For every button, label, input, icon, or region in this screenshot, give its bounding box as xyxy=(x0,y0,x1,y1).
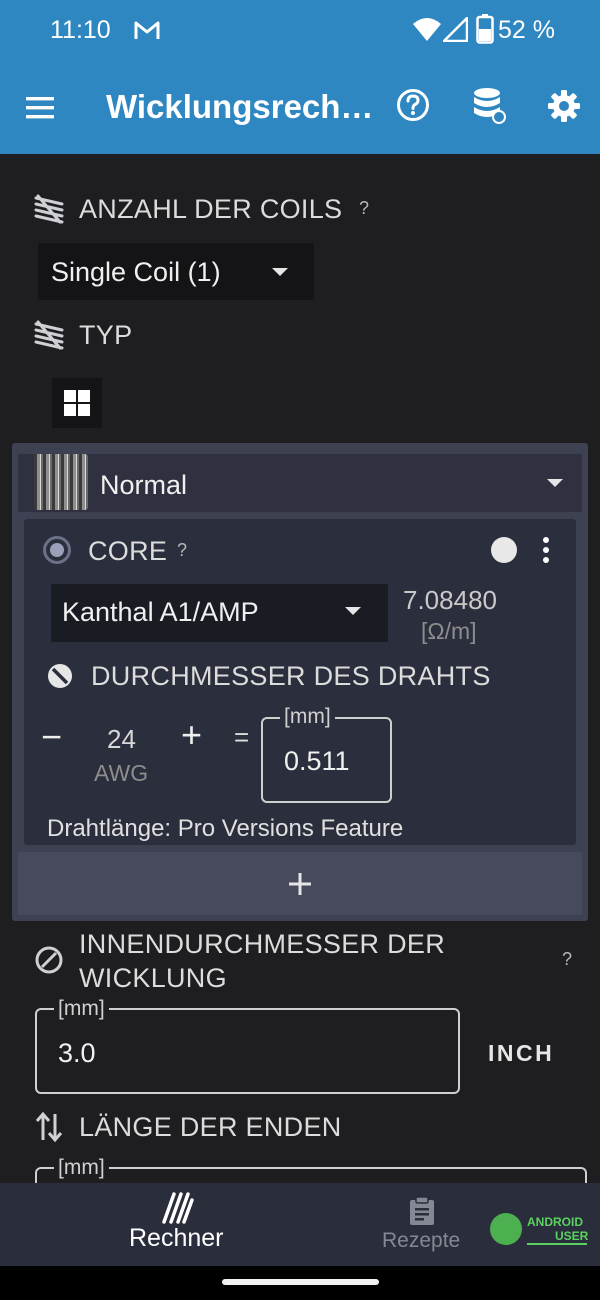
coil-icon xyxy=(34,320,64,350)
tab-rezepte[interactable]: Rezepte xyxy=(382,1229,460,1253)
chevron-down-icon xyxy=(345,607,361,615)
up-down-arrows-icon xyxy=(35,1111,63,1143)
awg-minus-button[interactable]: − xyxy=(41,716,62,758)
equals-sign: = xyxy=(234,722,250,752)
hamburger-menu-icon[interactable] xyxy=(22,91,58,125)
resistance-unit: [Ω/m] xyxy=(421,618,477,644)
inner-diameter-label-1: INNENDURCHMESSER DER xyxy=(79,929,446,959)
watermark-line1: ANDROID xyxy=(527,1215,583,1229)
watermark-line2: USER xyxy=(555,1229,589,1243)
awg-plus-button[interactable]: + xyxy=(181,714,202,756)
leg-length-field-label: [mm] xyxy=(54,1156,109,1180)
grid-icon xyxy=(64,390,90,416)
clipboard-icon[interactable] xyxy=(408,1196,436,1226)
resistance-value: 7.08480 xyxy=(403,585,497,615)
app-bar: Wicklungsrech… xyxy=(0,62,600,154)
wire-diameter-label: DURCHMESSER DES DRAHTS xyxy=(91,661,491,691)
gmail-icon xyxy=(134,21,160,39)
help-icon[interactable] xyxy=(395,87,431,123)
leg-length-label: LÄNGE DER ENDEN xyxy=(79,1112,342,1142)
app-title: Wicklungsrech… xyxy=(106,88,374,125)
coil-thumbnail xyxy=(34,454,88,510)
core-label: CORE xyxy=(88,536,168,566)
coil-icon xyxy=(34,194,64,224)
awg-value: 24 xyxy=(107,724,136,754)
settings-gear-icon[interactable] xyxy=(546,88,582,124)
wrap-type-value: Normal xyxy=(100,470,188,500)
core-help[interactable]: ? xyxy=(177,540,187,561)
coils-count-label: ANZAHL DER COILS xyxy=(79,194,343,224)
inner-diameter-help[interactable]: ? xyxy=(562,949,572,970)
database-icon[interactable] xyxy=(470,87,506,125)
inner-diameter-value: 3.0 xyxy=(58,1038,96,1068)
awg-unit: AWG xyxy=(94,760,149,786)
add-icon xyxy=(289,873,311,895)
chevron-down-icon xyxy=(547,479,563,487)
battery-icon xyxy=(476,14,494,44)
battery-percent: 52 % xyxy=(498,16,555,44)
home-gesture-bar[interactable] xyxy=(222,1279,379,1285)
watermark-underline xyxy=(527,1243,587,1245)
wire-mm-field-label: [mm] xyxy=(280,705,335,729)
coils-help[interactable]: ? xyxy=(359,198,369,219)
wire-mm-value: 0.511 xyxy=(284,746,350,776)
diameter-icon xyxy=(48,661,72,688)
more-options-icon[interactable] xyxy=(540,537,552,565)
material-value: Kanthal A1/AMP xyxy=(62,597,259,627)
color-dot[interactable] xyxy=(491,537,517,563)
chevron-down-icon xyxy=(272,268,288,276)
watermark-text: ANDROID USER xyxy=(527,1215,588,1243)
inner-diameter-icon xyxy=(35,946,63,974)
type-label: TYP xyxy=(79,320,133,350)
status-bar: 11:10 52 % xyxy=(0,0,600,62)
core-radio[interactable] xyxy=(43,536,71,564)
android-user-logo-icon xyxy=(490,1213,522,1245)
wifi-icon xyxy=(413,18,441,41)
signal-icon xyxy=(443,17,468,42)
inner-diameter-field-label: [mm] xyxy=(54,997,109,1021)
wire-length-note: Drahtlänge: Pro Versions Feature xyxy=(47,815,404,842)
calculator-coil-icon[interactable] xyxy=(162,1192,194,1224)
type-grid-button[interactable] xyxy=(52,378,102,428)
inner-diameter-label-2: WICKLUNG xyxy=(79,963,227,993)
status-time: 11:10 xyxy=(50,16,111,44)
tab-rechner[interactable]: Rechner xyxy=(129,1224,224,1253)
coils-count-value: Single Coil (1) xyxy=(51,257,221,287)
inch-toggle-button[interactable]: INCH xyxy=(488,1040,554,1067)
